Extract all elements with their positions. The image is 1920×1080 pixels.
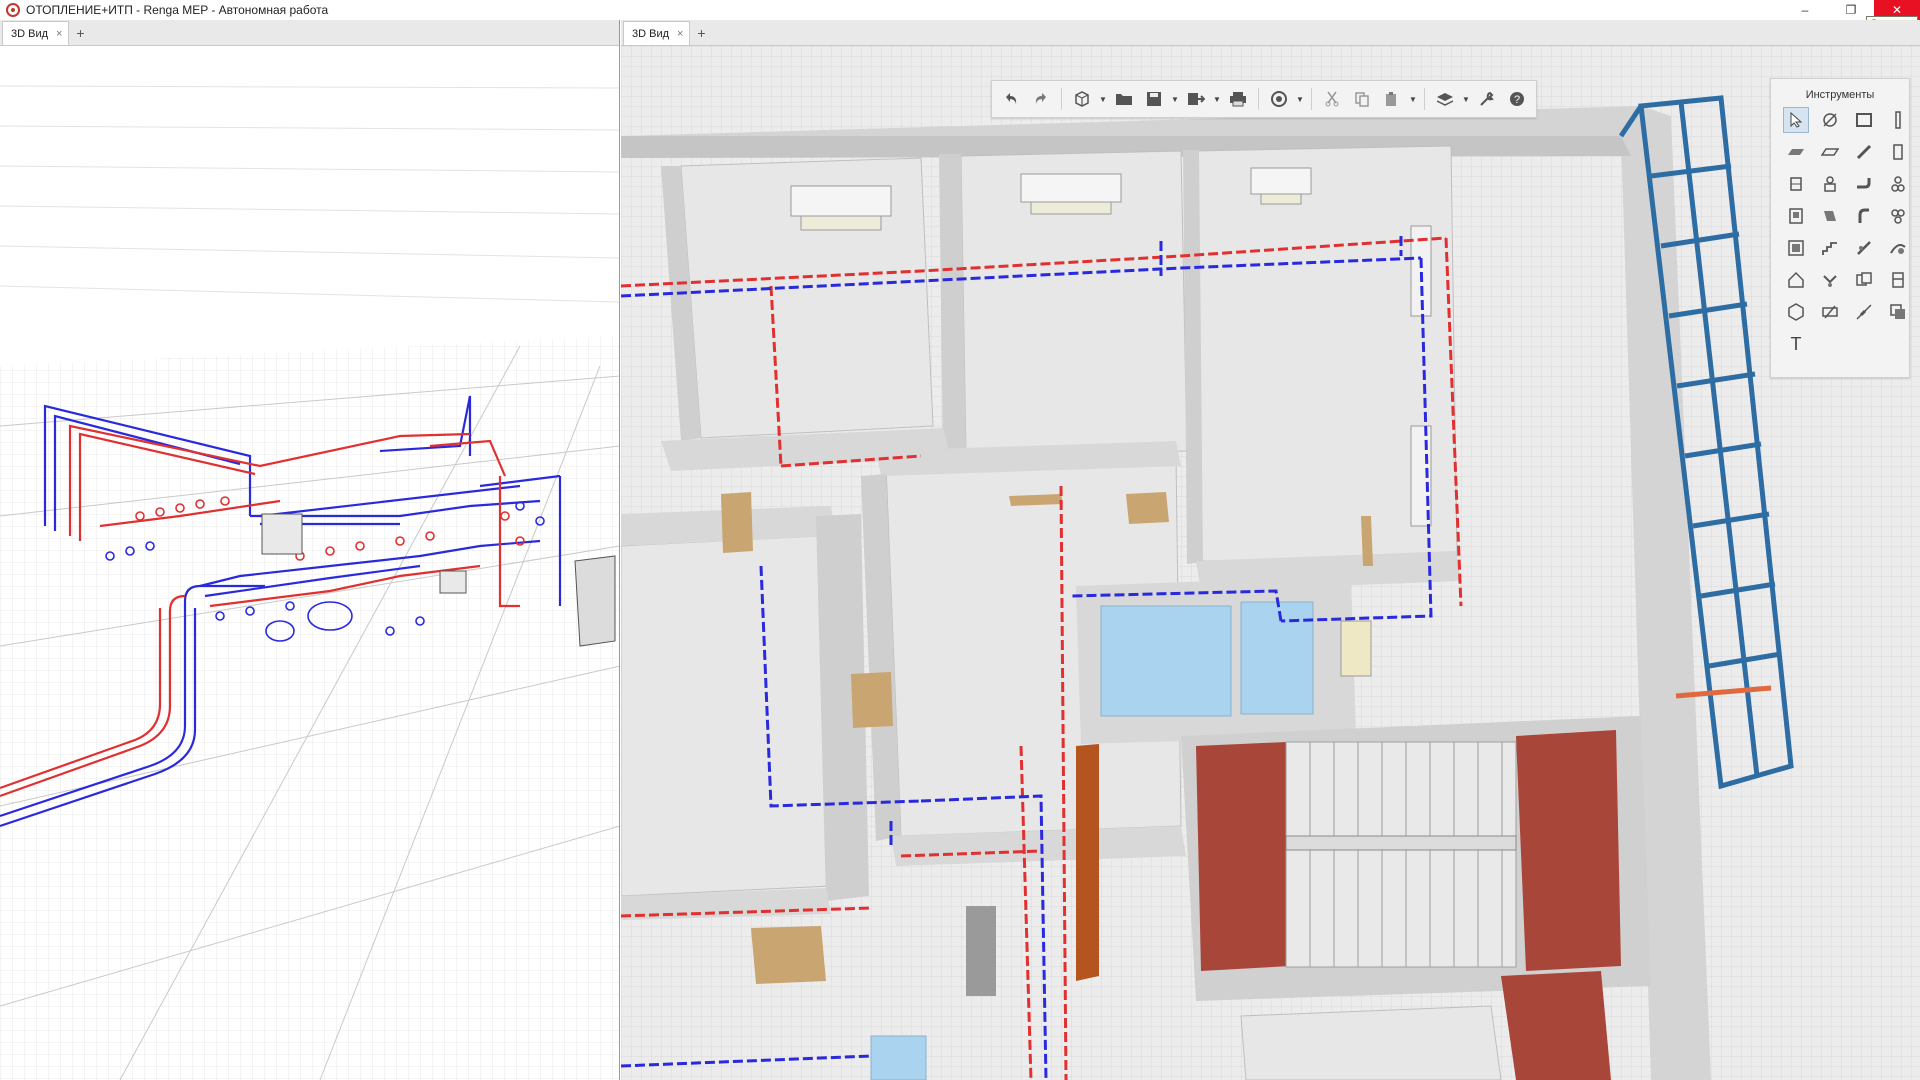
roof-icon[interactable] [1783,267,1809,293]
line-icon[interactable] [1851,299,1877,325]
svg-text:?: ? [1514,94,1520,106]
toolbar-separator [1424,88,1425,110]
tab-label: 3D Вид [11,27,49,40]
tab-3d-view-right[interactable]: 3D Вид × [623,21,691,45]
pipe-icon[interactable] [1851,203,1877,229]
tools-grid: T [1771,107,1909,357]
mech-equipment-icon[interactable] [1885,203,1911,229]
route-icon[interactable] [1885,235,1911,261]
layers-icon[interactable] [1432,86,1458,112]
window-icon[interactable] [1783,171,1809,197]
tools-panel: Инструменты T [1770,78,1910,378]
right-viewport[interactable]: ▼ ▼ ▼ ▼ ▼ ▼ ? Инструменты T [621,46,1920,1080]
undo-icon[interactable] [998,86,1024,112]
print-icon[interactable] [1225,86,1251,112]
minimize-button[interactable]: – [1782,0,1828,20]
layers-dropdown-icon[interactable]: ▼ [1462,95,1470,104]
opening-icon[interactable] [1851,267,1877,293]
floor-icon[interactable] [1783,139,1809,165]
save-dropdown-icon[interactable]: ▼ [1171,95,1179,104]
copy-icon[interactable] [1349,86,1375,112]
help-icon[interactable]: ? [1504,86,1530,112]
plumbing-icon[interactable] [1817,267,1843,293]
app-logo-icon [6,3,20,17]
door-icon[interactable] [1885,139,1911,165]
beam-icon[interactable] [1851,139,1877,165]
save-icon[interactable] [1141,86,1167,112]
open-folder-icon[interactable] [1111,86,1137,112]
element-icon[interactable] [1783,299,1809,325]
stair-icon[interactable] [1817,235,1843,261]
toolbar-separator [1061,88,1062,110]
title-bar: ОТОПЛЕНИЕ+ИТП - Renga MEP - Автономная р… [0,0,1920,20]
tab-close-icon[interactable]: × [677,28,683,40]
slab-icon[interactable] [1817,139,1843,165]
view-cube-icon[interactable] [1069,86,1095,112]
tab-3d-view-left[interactable]: 3D Вид × [2,21,70,45]
equipment-icon[interactable] [1817,171,1843,197]
toolbar-separator [1311,88,1312,110]
export-icon[interactable] [1183,86,1209,112]
settings-wrench-icon[interactable] [1474,86,1500,112]
paste-dropdown-icon[interactable]: ▼ [1409,95,1417,104]
axis-icon[interactable] [1817,107,1843,133]
right-tab-bar: 3D Вид × + [621,20,1920,46]
export-dropdown-icon[interactable]: ▼ [1213,95,1221,104]
ramp-icon[interactable] [1851,235,1877,261]
left-viewport[interactable] [0,46,619,1080]
visibility-dropdown-icon[interactable]: ▼ [1296,95,1304,104]
panel-icon[interactable] [1783,203,1809,229]
cut-icon[interactable] [1319,86,1345,112]
bathroom [1076,576,1372,744]
visibility-icon[interactable] [1266,86,1292,112]
view-dropdown-icon[interactable]: ▼ [1099,95,1107,104]
pipe-fitting-icon[interactable] [1851,171,1877,197]
paste-icon[interactable] [1379,86,1405,112]
main-toolbar: ▼ ▼ ▼ ▼ ▼ ▼ ? [991,80,1537,118]
text-tool-icon[interactable]: T [1783,331,1809,357]
isolation-icon[interactable] [1817,299,1843,325]
accessory-icon[interactable] [1885,171,1911,197]
ground-grid [0,336,619,1080]
room-icon[interactable] [1783,235,1809,261]
select-icon[interactable] [1783,107,1809,133]
toolbar-separator [1258,88,1259,110]
building-model-canvas[interactable] [621,46,1920,1080]
add-tab-button[interactable]: + [690,21,712,45]
right-3d-view-pane: 3D Вид × + ▼ ▼ ▼ ▼ ▼ ▼ ? Инструменты T [621,20,1920,1080]
add-tab-button[interactable]: + [69,21,91,45]
column-icon[interactable] [1885,107,1911,133]
tools-panel-title: Инструменты [1805,89,1875,101]
window-title: ОТОПЛЕНИЕ+ИТП - Renga MEP - Автономная р… [26,3,329,17]
duct-icon[interactable] [1817,203,1843,229]
tab-label: 3D Вид [632,27,670,40]
piping-model-canvas[interactable] [0,46,619,1080]
left-3d-view-pane: 3D Вид × + [0,20,620,1080]
hatch-icon[interactable] [1885,299,1911,325]
wall-icon[interactable] [1851,107,1877,133]
left-tab-bar: 3D Вид × + [0,20,619,46]
redo-icon[interactable] [1028,86,1054,112]
tab-close-icon[interactable]: × [56,28,62,40]
assembly-icon[interactable] [1885,267,1911,293]
